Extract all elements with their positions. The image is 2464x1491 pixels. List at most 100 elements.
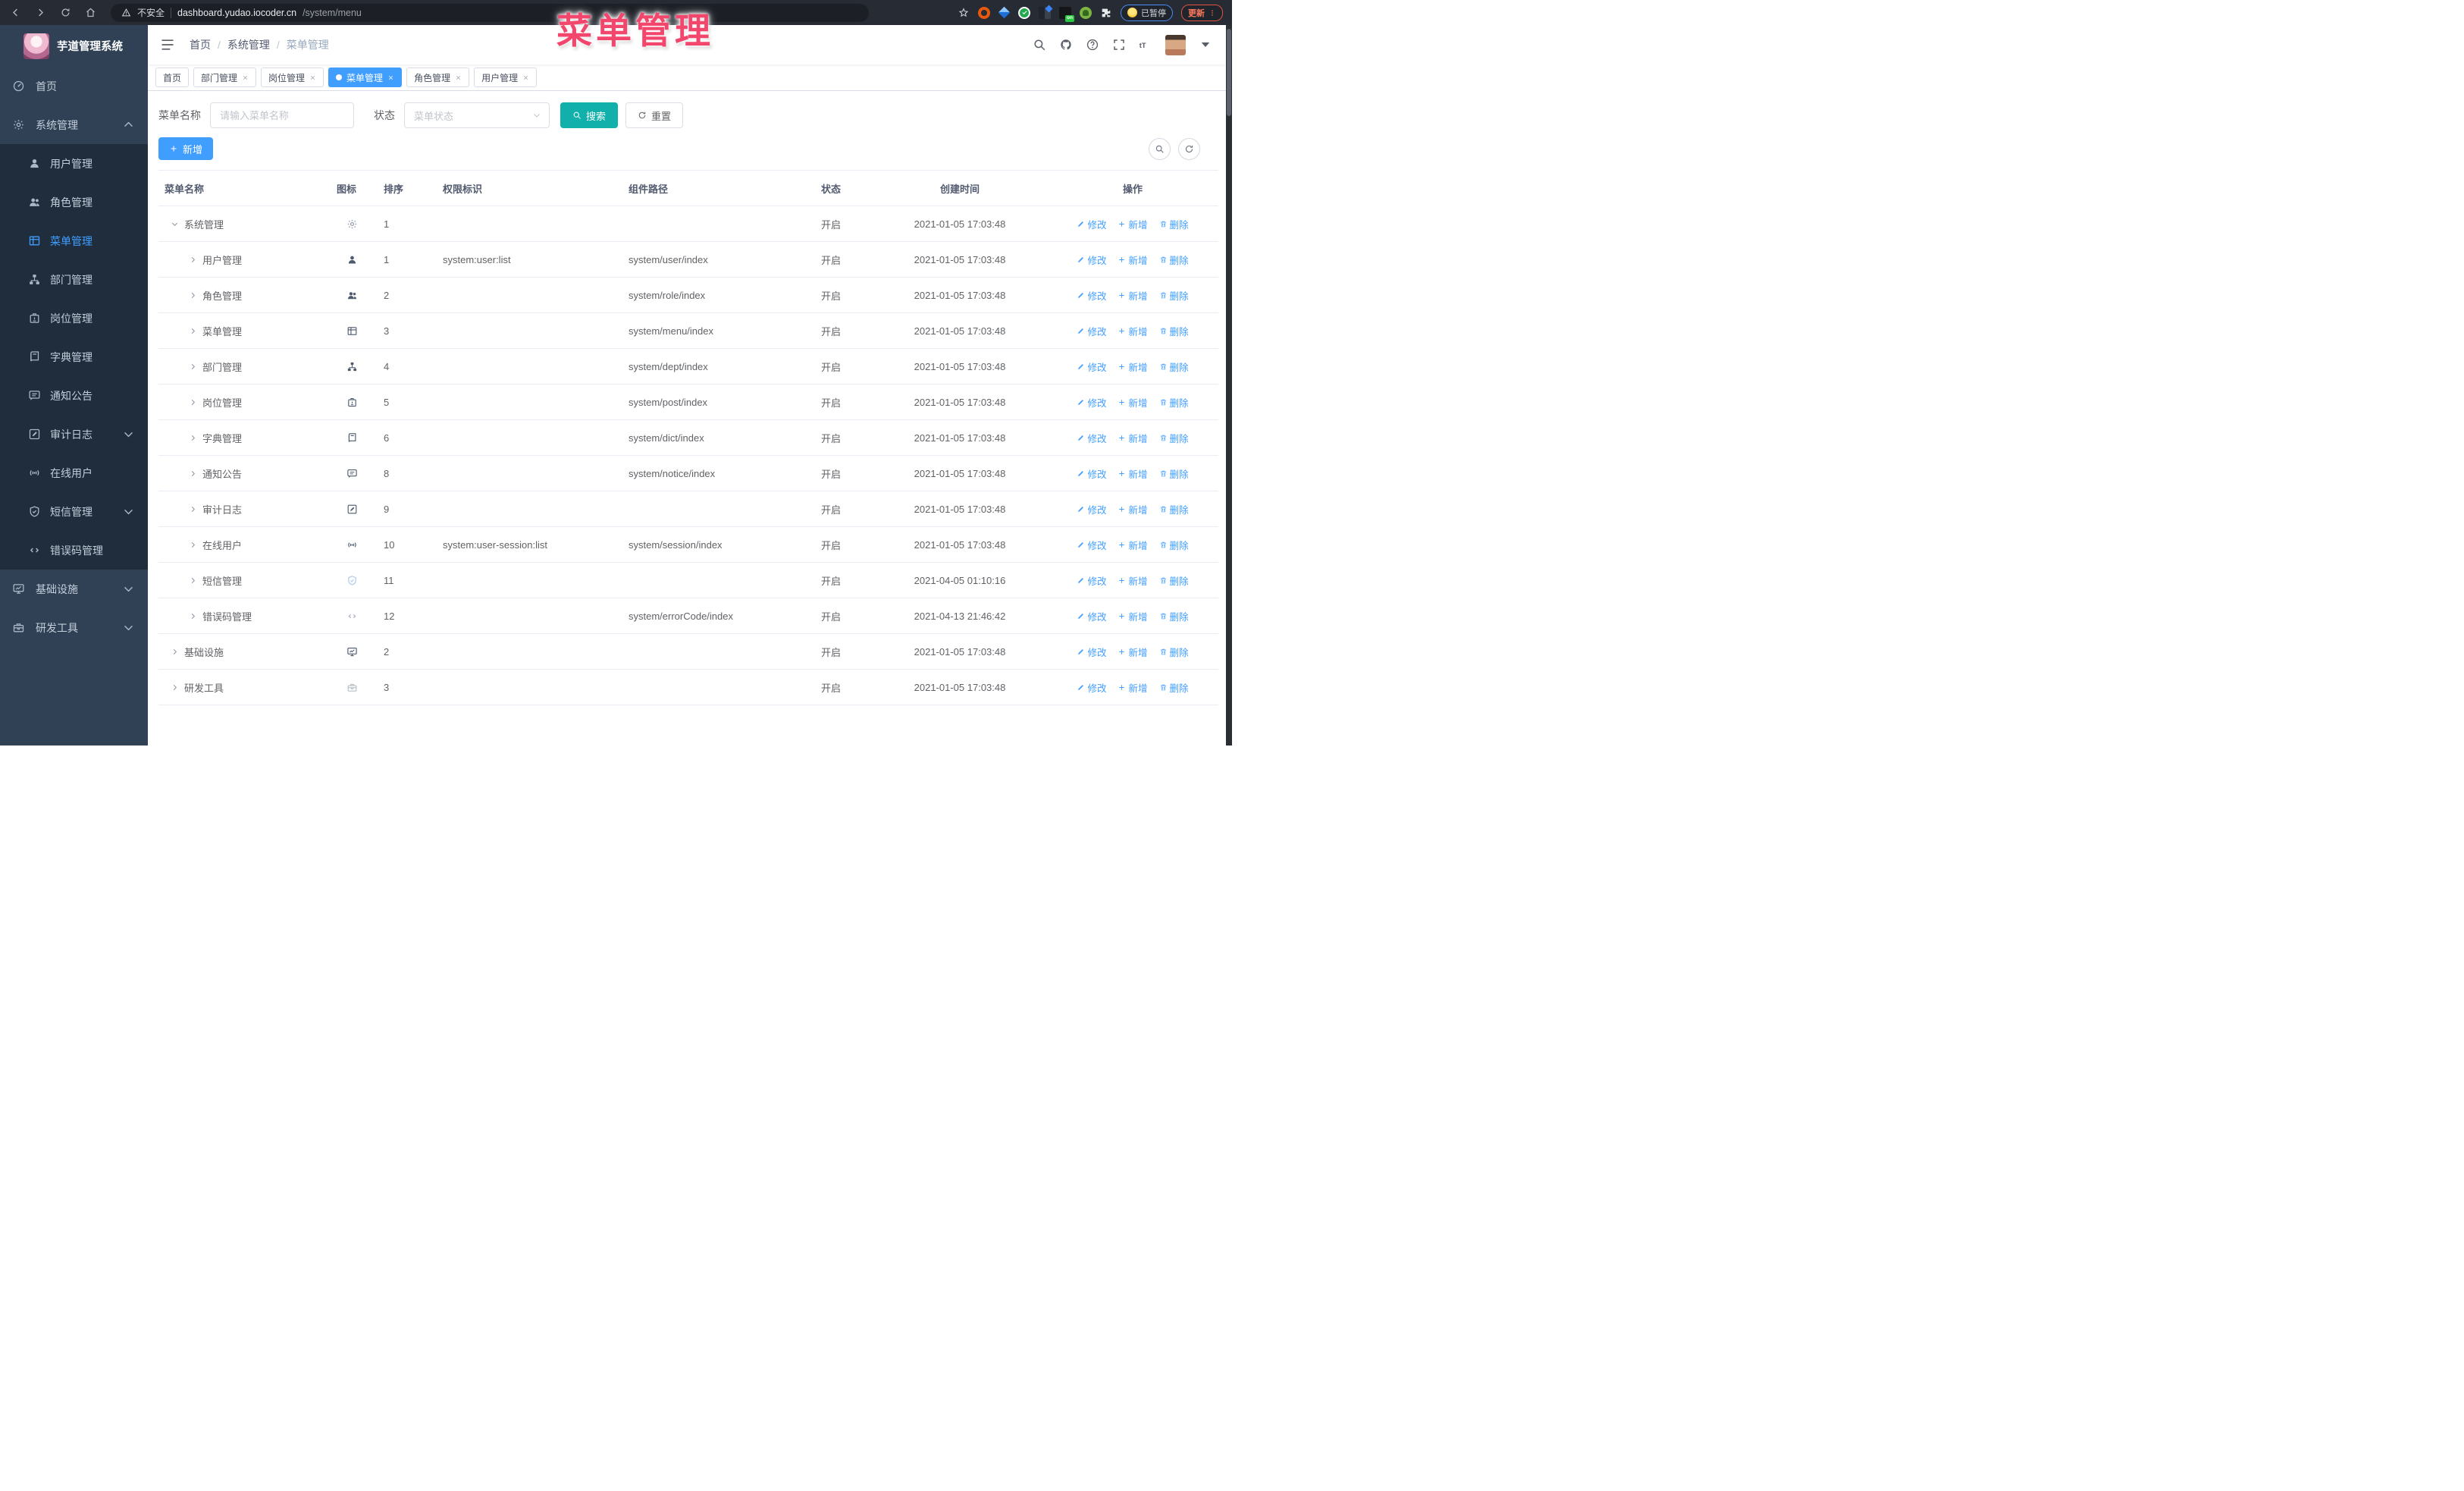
sidebar-item-pen[interactable]: 审计日志 — [0, 415, 148, 454]
refresh-table-button[interactable] — [1178, 137, 1200, 160]
extension-android-icon[interactable] — [1080, 6, 1092, 19]
edit-link[interactable]: 修改 — [1077, 609, 1106, 623]
close-icon[interactable] — [242, 74, 249, 81]
search-icon[interactable] — [1033, 38, 1046, 52]
menu-name-input[interactable] — [210, 102, 354, 128]
sidebar-item-online[interactable]: 在线用户 — [0, 454, 148, 492]
edit-link[interactable]: 修改 — [1077, 573, 1106, 588]
add-child-link[interactable]: 新增 — [1118, 359, 1148, 374]
close-icon[interactable] — [455, 74, 462, 81]
delete-link[interactable]: 删除 — [1159, 431, 1189, 445]
edit-link[interactable]: 修改 — [1077, 431, 1106, 445]
expand-closed-icon[interactable] — [189, 327, 197, 335]
browser-reload-button[interactable] — [56, 4, 74, 22]
sidebar-item-monitor[interactable]: 基础设施 — [0, 570, 148, 608]
sidebar-item-gear[interactable]: 系统管理 — [0, 105, 148, 144]
scrollbar-thumb[interactable] — [1227, 29, 1231, 116]
sidebar-item-book[interactable]: 字典管理 — [0, 337, 148, 376]
sidebar-item-user[interactable]: 用户管理 — [0, 144, 148, 183]
breadcrumb-system[interactable]: 系统管理 — [227, 37, 270, 52]
help-icon[interactable] — [1086, 38, 1099, 52]
add-button[interactable]: 新增 — [158, 137, 214, 160]
sidebar-item-toolbox[interactable]: 研发工具 — [0, 608, 148, 647]
sidebar-item-dashboard[interactable]: 首页 — [0, 67, 148, 105]
edit-link[interactable]: 修改 — [1077, 253, 1106, 267]
browser-forward-button[interactable] — [31, 4, 49, 22]
add-child-link[interactable]: 新增 — [1118, 573, 1148, 588]
delete-link[interactable]: 删除 — [1159, 609, 1189, 623]
paused-badge[interactable]: 已暂停 — [1121, 4, 1173, 21]
search-button[interactable]: 搜索 — [560, 102, 619, 128]
delete-link[interactable]: 删除 — [1159, 466, 1189, 481]
browser-home-button[interactable] — [81, 4, 99, 22]
add-child-link[interactable]: 新增 — [1118, 395, 1148, 410]
extension-dark-icon[interactable]: on — [1059, 6, 1074, 22]
add-child-link[interactable]: 新增 — [1118, 253, 1148, 267]
sidebar-item-code[interactable]: 错误码管理 — [0, 531, 148, 570]
expand-closed-icon[interactable] — [189, 434, 197, 442]
add-child-link[interactable]: 新增 — [1118, 431, 1148, 445]
expand-open-icon[interactable] — [171, 220, 179, 228]
hamburger-icon[interactable] — [160, 37, 175, 52]
extension-orange-icon[interactable] — [978, 6, 990, 19]
add-child-link[interactable]: 新增 — [1118, 466, 1148, 481]
delete-link[interactable]: 删除 — [1159, 217, 1189, 231]
delete-link[interactable]: 删除 — [1159, 324, 1189, 338]
address-bar[interactable]: 不安全 dashboard.yudao.iocoder.cn/system/me… — [111, 3, 869, 22]
add-child-link[interactable]: 新增 — [1118, 502, 1148, 516]
delete-link[interactable]: 删除 — [1159, 680, 1189, 695]
bookmark-star-icon[interactable] — [958, 7, 970, 19]
expand-closed-icon[interactable] — [189, 505, 197, 513]
edit-link[interactable]: 修改 — [1077, 395, 1106, 410]
tab-item[interactable]: 首页 — [155, 67, 190, 87]
add-child-link[interactable]: 新增 — [1118, 217, 1148, 231]
extensions-puzzle-icon[interactable] — [1100, 7, 1112, 19]
expand-closed-icon[interactable] — [189, 363, 197, 371]
extension-squares-icon[interactable] — [1039, 6, 1051, 19]
expand-closed-icon[interactable] — [189, 469, 197, 478]
close-icon[interactable] — [522, 74, 529, 81]
expand-closed-icon[interactable] — [189, 398, 197, 406]
add-child-link[interactable]: 新增 — [1118, 324, 1148, 338]
edit-link[interactable]: 修改 — [1077, 217, 1106, 231]
close-icon[interactable] — [309, 74, 316, 81]
extension-check-icon[interactable] — [1018, 6, 1030, 19]
expand-closed-icon[interactable] — [171, 648, 179, 656]
add-child-link[interactable]: 新增 — [1118, 538, 1148, 552]
expand-closed-icon[interactable] — [189, 541, 197, 549]
tab-active[interactable]: 菜单管理 — [328, 67, 403, 87]
extension-gem-icon[interactable] — [998, 6, 1011, 19]
expand-closed-icon[interactable] — [189, 576, 197, 585]
sidebar-item-tree[interactable]: 部门管理 — [0, 260, 148, 299]
app-logo[interactable]: 芋道管理系统 — [0, 25, 148, 67]
github-icon[interactable] — [1059, 38, 1073, 52]
caret-down-icon[interactable] — [1199, 38, 1212, 52]
font-size-icon[interactable]: tT — [1139, 38, 1152, 52]
sidebar-item-table[interactable]: 菜单管理 — [0, 221, 148, 260]
expand-closed-icon[interactable] — [171, 683, 179, 692]
tab-item[interactable]: 角色管理 — [406, 67, 470, 87]
fullscreen-icon[interactable] — [1112, 38, 1126, 52]
sidebar-item-message[interactable]: 通知公告 — [0, 376, 148, 415]
delete-link[interactable]: 删除 — [1159, 253, 1189, 267]
expand-closed-icon[interactable] — [189, 291, 197, 300]
update-button[interactable]: 更新 — [1181, 4, 1223, 21]
page-scrollbar[interactable] — [1226, 25, 1232, 746]
add-child-link[interactable]: 新增 — [1118, 288, 1148, 303]
edit-link[interactable]: 修改 — [1077, 324, 1106, 338]
delete-link[interactable]: 删除 — [1159, 645, 1189, 659]
sidebar-item-users[interactable]: 角色管理 — [0, 183, 148, 221]
edit-link[interactable]: 修改 — [1077, 288, 1106, 303]
reset-button[interactable]: 重置 — [625, 102, 684, 128]
edit-link[interactable]: 修改 — [1077, 538, 1106, 552]
edit-link[interactable]: 修改 — [1077, 359, 1106, 374]
tab-item[interactable]: 用户管理 — [474, 67, 538, 87]
delete-link[interactable]: 删除 — [1159, 395, 1189, 410]
delete-link[interactable]: 删除 — [1159, 359, 1189, 374]
edit-link[interactable]: 修改 — [1077, 466, 1106, 481]
edit-link[interactable]: 修改 — [1077, 680, 1106, 695]
status-select[interactable]: 菜单状态 — [404, 102, 550, 128]
tab-item[interactable]: 部门管理 — [193, 67, 257, 87]
delete-link[interactable]: 删除 — [1159, 288, 1189, 303]
user-avatar[interactable] — [1165, 34, 1186, 55]
